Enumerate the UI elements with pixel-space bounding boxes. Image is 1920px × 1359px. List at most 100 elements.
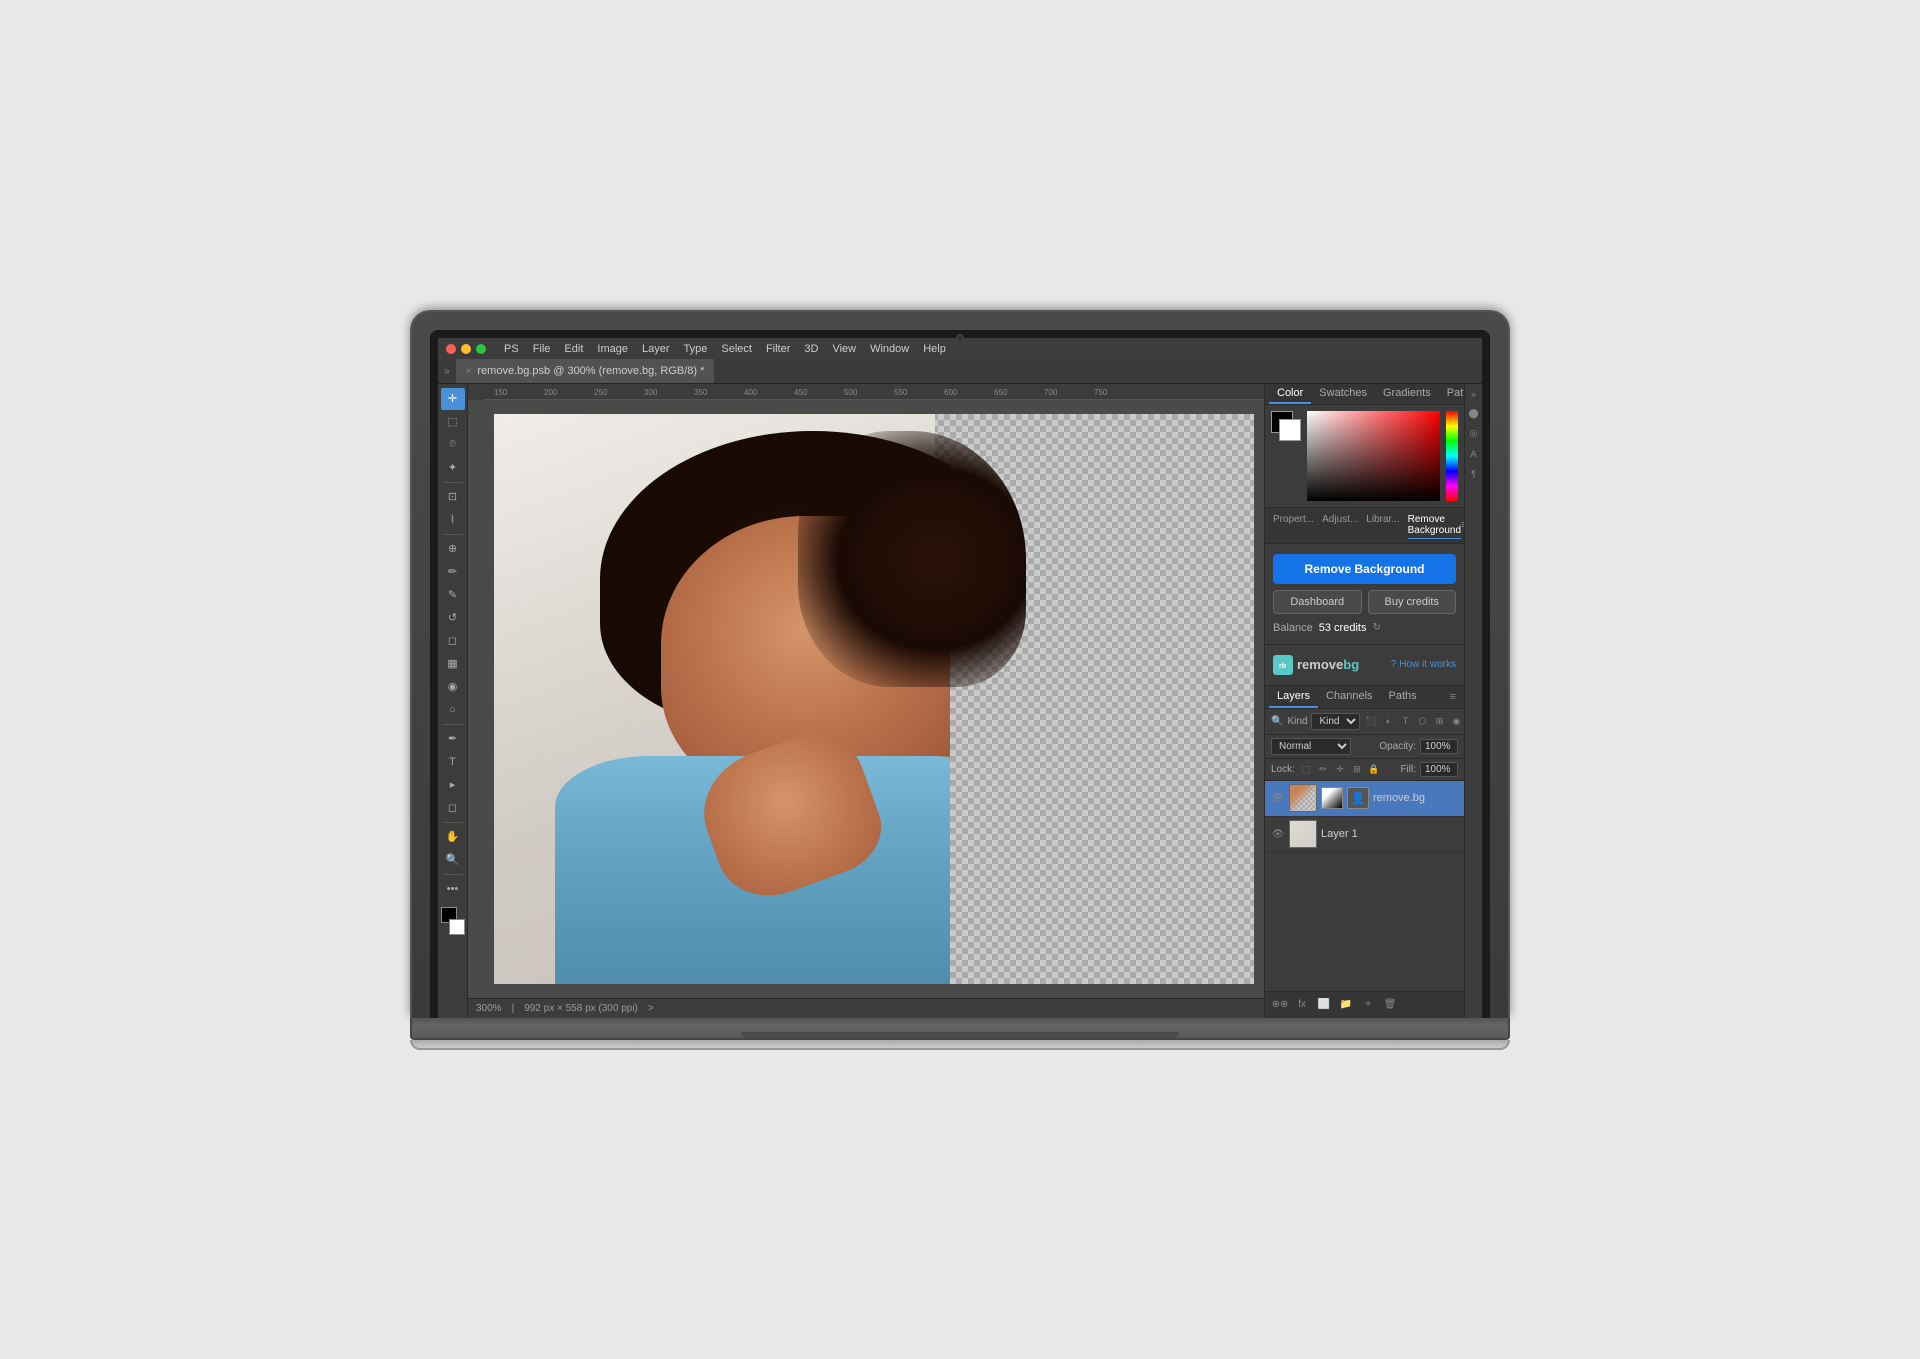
fill-input[interactable] — [1420, 762, 1458, 777]
tab-libraries[interactable]: Librar... — [1366, 512, 1399, 539]
new-group-icon[interactable]: 📁 — [1337, 996, 1355, 1014]
buy-credits-button[interactable]: Buy credits — [1368, 590, 1457, 614]
new-layer-icon[interactable]: + — [1359, 996, 1377, 1014]
layer-effects-icon[interactable]: fx — [1293, 996, 1311, 1014]
eraser-tool[interactable]: ◻ — [441, 630, 465, 652]
add-mask-icon[interactable]: ⬜ — [1315, 996, 1333, 1014]
layer-row-layer1[interactable]: 👁 Layer 1 — [1265, 817, 1464, 853]
tab-gradients[interactable]: Gradients — [1375, 384, 1439, 404]
pen-tool[interactable]: ✒ — [441, 728, 465, 750]
hue-strip[interactable] — [1446, 411, 1458, 501]
layer-visibility-layer1[interactable]: 👁 — [1271, 827, 1285, 841]
filter-smart-icon[interactable]: ⊞ — [1432, 714, 1446, 728]
layer-visibility-removebg[interactable]: 👁 — [1271, 791, 1285, 805]
shape-tool[interactable]: ◻ — [441, 797, 465, 819]
filter-type-icon[interactable]: T — [1398, 714, 1412, 728]
refresh-credits-icon[interactable]: ↻ — [1372, 622, 1380, 633]
filter-shape-icon[interactable]: ⬡ — [1415, 714, 1429, 728]
color-picker-icon[interactable]: ⬤ — [1467, 407, 1481, 421]
lasso-tool[interactable]: ⌾ — [441, 434, 465, 456]
dashboard-button[interactable]: Dashboard — [1273, 590, 1362, 614]
magic-wand-tool[interactable]: ✦ — [441, 457, 465, 479]
filter-adjust-icon[interactable]: ◐ — [1381, 714, 1395, 728]
delete-layer-icon[interactable]: 🗑 — [1381, 996, 1399, 1014]
removebg-logo-icon: rb — [1273, 655, 1293, 675]
tab-layers[interactable]: Layers — [1269, 686, 1318, 708]
paragraph-icon[interactable]: ¶ — [1467, 467, 1481, 481]
text-tool[interactable]: T — [441, 751, 465, 773]
healing-brush-tool[interactable]: ⊕ — [441, 538, 465, 560]
move-tool[interactable]: ✛ — [441, 388, 465, 410]
menu-file[interactable]: File — [527, 338, 557, 360]
crop-tool[interactable]: ⊡ — [441, 486, 465, 508]
layer-thumbnail-layer1 — [1289, 820, 1317, 848]
lock-move-icon[interactable]: ✛ — [1333, 762, 1347, 776]
maximize-button[interactable] — [476, 344, 486, 354]
link-layers-icon[interactable]: ⊕⊕ — [1271, 996, 1289, 1014]
history-brush-tool[interactable]: ↺ — [441, 607, 465, 629]
menu-image[interactable]: Image — [591, 338, 634, 360]
status-arrow[interactable]: > — [648, 1003, 654, 1014]
character-icon[interactable]: A — [1467, 447, 1481, 461]
opacity-input[interactable] — [1420, 739, 1458, 754]
tab-channels[interactable]: Channels — [1318, 686, 1380, 708]
blur-tool[interactable]: ◉ — [441, 676, 465, 698]
document-tab[interactable]: × remove.bg.psb @ 300% (remove.bg, RGB/8… — [456, 359, 716, 383]
eyedropper-tool[interactable]: ⌇ — [441, 509, 465, 531]
menu-type[interactable]: Type — [678, 338, 714, 360]
menu-view[interactable]: View — [826, 338, 862, 360]
zoom-tool[interactable]: 🔍 — [441, 849, 465, 871]
tab-remove-background[interactable]: Remove Background — [1408, 512, 1461, 539]
lock-artboard-icon[interactable]: ⊞ — [1350, 762, 1364, 776]
how-it-works-link[interactable]: ? How it works — [1391, 659, 1456, 670]
ruler-mark-550: 550 — [894, 388, 907, 397]
tab-adjust[interactable]: Adjust... — [1322, 512, 1358, 539]
menu-3d[interactable]: 3D — [798, 338, 824, 360]
kind-select[interactable]: Kind — [1311, 713, 1360, 730]
tab-swatches[interactable]: Swatches — [1311, 384, 1375, 404]
menu-layer[interactable]: Layer — [636, 338, 676, 360]
color-gradient[interactable] — [1307, 411, 1440, 501]
menu-help[interactable]: Help — [917, 338, 952, 360]
menu-select[interactable]: Select — [715, 338, 758, 360]
more-tools[interactable]: ••• — [441, 878, 465, 900]
tab-close-icon[interactable]: × — [466, 366, 472, 377]
background-color-swatch[interactable] — [1279, 419, 1301, 441]
layer-row-removebg[interactable]: 👁 👤 r — [1265, 781, 1464, 817]
lock-icons: ⬚ ✏ ✛ ⊞ 🔒 — [1299, 762, 1381, 776]
rect-marquee-tool[interactable]: ⬚ — [441, 411, 465, 433]
tab-paths[interactable]: Paths — [1381, 686, 1425, 708]
color-panel-tabs: Color Swatches Gradients Patterns ≡ — [1265, 384, 1464, 405]
layer-mask-thumb-removebg[interactable] — [1321, 787, 1343, 809]
canvas-area: 150 200 250 300 350 400 450 500 550 600 — [468, 384, 1264, 1018]
ruler-mark-150: 150 — [494, 388, 507, 397]
lock-all-icon[interactable]: 🔒 — [1367, 762, 1381, 776]
hand-tool[interactable]: ✋ — [441, 826, 465, 848]
clone-stamp-tool[interactable]: ✎ — [441, 584, 465, 606]
color-spectrum[interactable] — [1307, 411, 1440, 501]
gradient-tool[interactable]: ▦ — [441, 653, 465, 675]
background-color[interactable] — [449, 919, 465, 935]
menu-window[interactable]: Window — [864, 338, 915, 360]
brush-settings-icon[interactable]: ◎ — [1467, 427, 1481, 441]
collapse-panel-icon[interactable]: » — [1467, 387, 1481, 401]
tab-color[interactable]: Color — [1269, 384, 1311, 404]
brush-tool[interactable]: ✏ — [441, 561, 465, 583]
menu-ps[interactable]: PS — [498, 338, 525, 360]
remove-background-button[interactable]: Remove Background — [1273, 554, 1456, 584]
filter-pixel-icon[interactable]: ⬛ — [1364, 714, 1378, 728]
minimize-button[interactable] — [461, 344, 471, 354]
menu-filter[interactable]: Filter — [760, 338, 796, 360]
path-select-tool[interactable]: ▸ — [441, 774, 465, 796]
blend-mode-select[interactable]: Normal — [1271, 738, 1351, 755]
lock-transparent-icon[interactable]: ⬚ — [1299, 762, 1313, 776]
layers-search-row: 🔍 Kind Kind ⬛ ◐ T ⬡ — [1265, 709, 1464, 735]
layers-panel-menu[interactable]: ≡ — [1446, 686, 1460, 708]
status-separator: | — [512, 1003, 515, 1014]
lock-brush-icon[interactable]: ✏ — [1316, 762, 1330, 776]
menu-edit[interactable]: Edit — [558, 338, 589, 360]
filter-toggle[interactable]: ◉ — [1449, 714, 1463, 728]
dodge-tool[interactable]: ○ — [441, 699, 465, 721]
close-button[interactable] — [446, 344, 456, 354]
tab-properties[interactable]: Propert... — [1273, 512, 1314, 539]
